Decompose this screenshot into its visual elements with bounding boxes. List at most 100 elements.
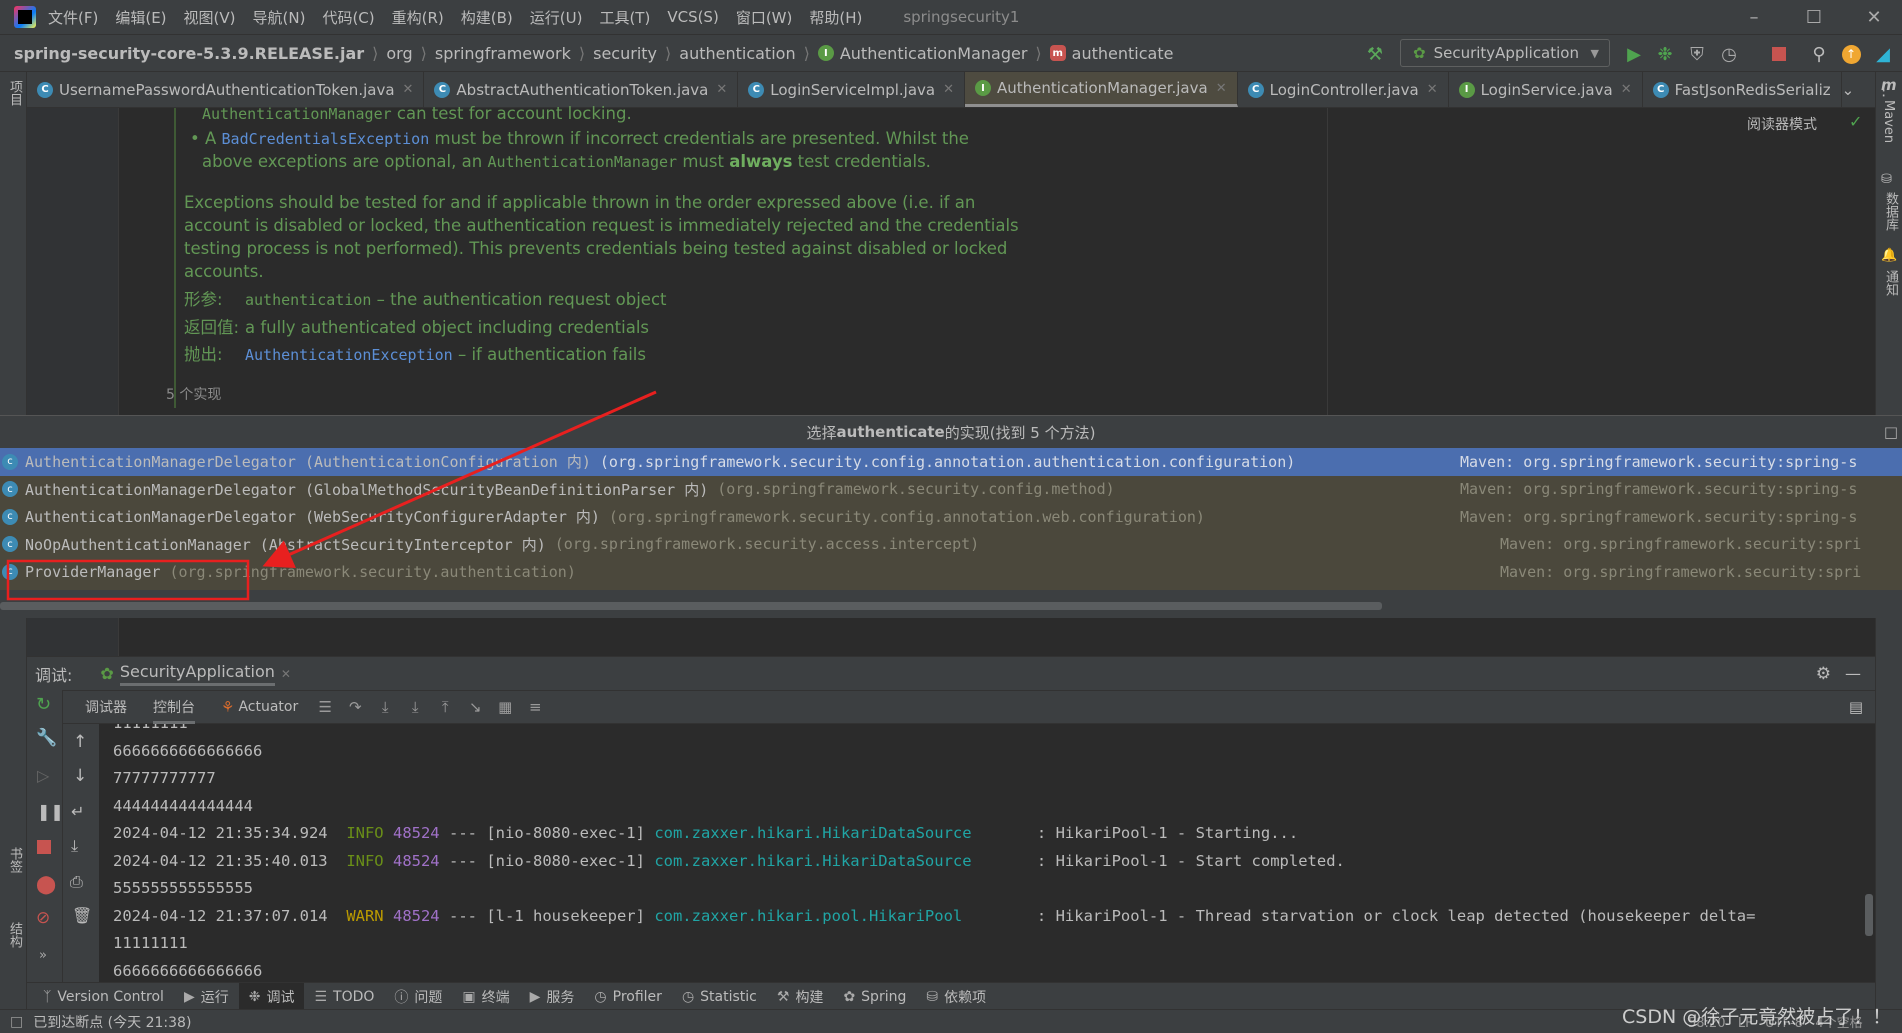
close-tab-icon[interactable]: ✕ xyxy=(716,82,727,97)
rerun-icon[interactable]: ↻ xyxy=(36,694,51,715)
tool-tab-dependencies[interactable]: ⛁ 依赖项 xyxy=(916,983,996,1010)
pin-popup-icon[interactable]: □ xyxy=(1884,423,1898,441)
tab-file[interactable]: I AuthenticationManager.java ✕ xyxy=(965,72,1238,107)
tab-file[interactable]: C FastJsonRedisSerializ xyxy=(1643,72,1842,107)
close-tab-icon[interactable]: ✕ xyxy=(403,82,414,97)
close-session-icon[interactable]: ✕ xyxy=(281,667,291,681)
tab-file[interactable]: C LoginController.java ✕ xyxy=(1238,72,1449,107)
bookmarks-tool-button[interactable]: 书签 xyxy=(5,847,24,873)
tool-tab-profiler[interactable]: ◷ Profiler xyxy=(584,983,672,1010)
print-icon[interactable]: ⎙ xyxy=(70,872,83,892)
close-tab-icon[interactable]: ✕ xyxy=(943,82,954,97)
close-tab-icon[interactable]: ✕ xyxy=(1216,81,1227,96)
more-options-icon[interactable]: ⋮ xyxy=(1876,81,1891,99)
trace-icon[interactable]: ≡ xyxy=(520,698,550,716)
tool-tab-services[interactable]: ▶ 服务 xyxy=(520,983,585,1010)
more-icon[interactable]: » xyxy=(39,948,47,963)
reader-mode-button[interactable]: 阅读器模式 xyxy=(1747,114,1817,134)
tool-tab-version-control[interactable]: ᛉ Version Control xyxy=(33,983,174,1010)
tab-debugger[interactable]: 调试器 xyxy=(85,697,127,717)
breadcrumb-security[interactable]: security xyxy=(593,44,657,63)
tool-tab-run[interactable]: ▶ 运行 xyxy=(174,983,239,1010)
menu-navigate[interactable]: 导航(N) xyxy=(253,7,306,28)
update-icon[interactable]: ↑ xyxy=(1840,43,1862,65)
editor[interactable]: AuthenticationManager can test for accou… xyxy=(27,104,1875,415)
toolbox-icon[interactable]: ◢ xyxy=(1872,43,1894,65)
menu-code[interactable]: 代码(C) xyxy=(322,7,374,28)
step-over-icon[interactable]: ↷ xyxy=(340,698,370,716)
tool-tab-statistic[interactable]: ◷ Statistic xyxy=(672,983,767,1010)
tool-tab-build[interactable]: ⚒ 构建 xyxy=(767,983,834,1010)
tool-tab-todo[interactable]: ☰ TODO xyxy=(304,983,384,1010)
hide-panel-icon[interactable]: — xyxy=(1845,664,1861,683)
horizontal-scrollbar[interactable] xyxy=(0,602,1382,610)
implementation-row[interactable]: c ProviderManager (org.springframework.sec… xyxy=(0,558,1902,586)
tab-file[interactable]: C LoginServiceImpl.java ✕ xyxy=(738,72,966,107)
step-into-icon[interactable]: ⤓ xyxy=(370,698,400,716)
maximize-button[interactable]: ☐ xyxy=(1786,0,1842,35)
debug-bug-icon[interactable]: ❉ xyxy=(1654,43,1676,65)
implementation-row[interactable]: c AuthenticationManagerDelegator (Authent… xyxy=(0,448,1902,476)
stop-icon[interactable] xyxy=(37,840,51,854)
coverage-icon[interactable]: ⛨ xyxy=(1686,43,1708,65)
mute-breakpoints-icon[interactable]: ⊘ xyxy=(36,908,50,928)
menu-edit[interactable]: 编辑(E) xyxy=(115,7,166,28)
gear-icon[interactable]: ⚙ xyxy=(1816,664,1831,684)
step-out-icon[interactable]: ⤒ xyxy=(430,698,460,716)
wrench-icon[interactable]: 🔧 xyxy=(36,728,57,748)
breadcrumb-springframework[interactable]: springframework xyxy=(435,44,571,63)
search-icon[interactable]: ⚲ xyxy=(1808,43,1830,65)
debug-session-tab[interactable]: SecurityApplication xyxy=(119,662,275,686)
tool-tab-terminal[interactable]: ▣ 终端 xyxy=(452,983,519,1010)
trash-icon[interactable]: 🗑 xyxy=(72,906,92,925)
tab-actuator[interactable]: Actuator xyxy=(238,699,298,715)
tool-tab-problems[interactable]: ⓘ 问题 xyxy=(384,983,452,1010)
implementation-row[interactable]: c NoOpAuthenticationManager (AbstractSecu… xyxy=(0,531,1902,559)
view-breakpoints-icon[interactable]: ⬤ xyxy=(36,874,56,895)
arrow-down-icon[interactable]: ↓ xyxy=(73,766,87,786)
tab-file[interactable]: I LoginService.java ✕ xyxy=(1449,72,1643,107)
bad-credentials-link[interactable]: BadCredentialsException xyxy=(222,130,430,148)
tab-console[interactable]: 控制台 xyxy=(153,691,195,724)
maven-tool-button[interactable]: Maven xyxy=(1881,100,1896,143)
menu-window[interactable]: 窗口(W) xyxy=(736,7,793,28)
profile-icon[interactable]: ◷ xyxy=(1718,43,1740,65)
scroll-to-end-icon[interactable]: ⤓ xyxy=(71,836,78,856)
console-scrollbar[interactable] xyxy=(1865,894,1873,936)
run-to-cursor-icon[interactable]: ↘ xyxy=(460,698,490,716)
close-window-button[interactable]: ✕ xyxy=(1846,0,1902,35)
tool-tab-debug[interactable]: ❉ 调试 xyxy=(238,983,305,1010)
layout-icon[interactable]: ▤ xyxy=(1849,698,1863,716)
breadcrumb-authentication[interactable]: authentication xyxy=(679,44,795,63)
build-hammer-icon[interactable]: ⚒ xyxy=(1364,43,1386,65)
threads-icon[interactable]: ☰ xyxy=(310,698,340,716)
breadcrumb-interface[interactable]: AuthenticationManager xyxy=(840,44,1028,63)
notifications-tool-button[interactable]: 通知 xyxy=(1881,270,1900,296)
menu-help[interactable]: 帮助(H) xyxy=(809,7,862,28)
pause-icon[interactable]: ❚❚ xyxy=(37,802,64,821)
resume-icon[interactable]: ▷ xyxy=(37,766,49,785)
force-step-into-icon[interactable]: ⤓ xyxy=(400,698,430,716)
arrow-up-icon[interactable]: ↑ xyxy=(73,732,87,752)
menu-build[interactable]: 构建(B) xyxy=(461,7,513,28)
implementations-count[interactable]: 5 个实现 xyxy=(166,384,221,404)
menu-view[interactable]: 视图(V) xyxy=(184,7,236,28)
status-toggle-icon[interactable]: □ xyxy=(10,1014,23,1030)
menu-run[interactable]: 运行(U) xyxy=(530,7,583,28)
run-configuration-dropdown[interactable]: ✿ SecurityApplication ▼ xyxy=(1400,39,1610,67)
menu-tools[interactable]: 工具(T) xyxy=(599,7,650,28)
evaluate-icon[interactable]: ▦ xyxy=(490,698,520,716)
close-tab-icon[interactable]: ✕ xyxy=(1621,82,1632,97)
close-tab-icon[interactable]: ✕ xyxy=(1427,82,1438,97)
menu-file[interactable]: 文件(F) xyxy=(48,7,98,28)
console-output[interactable]: 11111111 6666666666666666 77777777777 44444… xyxy=(99,724,1875,982)
menu-refactor[interactable]: 重构(R) xyxy=(392,7,444,28)
menu-vcs[interactable]: VCS(S) xyxy=(667,8,718,26)
stop-icon[interactable] xyxy=(1768,43,1790,65)
run-icon[interactable]: ▶ xyxy=(1623,43,1645,65)
breadcrumb-method[interactable]: authenticate xyxy=(1072,44,1174,63)
minimize-button[interactable]: – xyxy=(1726,0,1782,35)
database-tool-button[interactable]: 数据库 xyxy=(1881,192,1900,231)
implementation-row[interactable]: c AuthenticationManagerDelegator (GlobalM… xyxy=(0,476,1902,504)
implementation-row[interactable]: c AuthenticationManagerDelegator (WebSecu… xyxy=(0,503,1902,531)
